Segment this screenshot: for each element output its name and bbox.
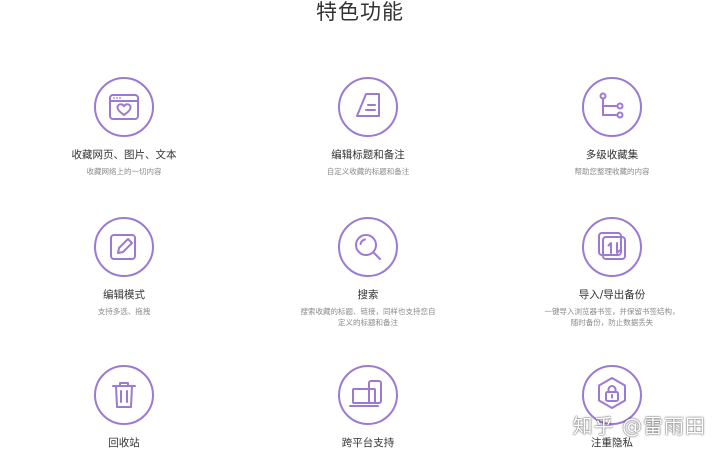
feature-edit-mode[interactable]: 编辑模式 支持多选、拖拽 xyxy=(24,216,224,317)
feature-title: 回收站 xyxy=(108,437,140,449)
feature-desc: 搜索收藏的标题、链接，同样也支持您自 定义的标题和备注 xyxy=(300,307,436,327)
feature-desc: 收藏网络上的一切内容 xyxy=(86,167,162,176)
trash-icon xyxy=(94,365,154,425)
feature-import-export[interactable]: 导入/导出备份 一键导入浏览器书签，并保留书签结构， 随时备份，防止数据丢失 xyxy=(512,216,712,328)
search-icon xyxy=(338,217,398,277)
feature-desc: 自定义收藏的标题和备注 xyxy=(326,167,410,176)
feature-title: 编辑模式 xyxy=(103,289,145,301)
feature-cross-platform[interactable]: 跨平台支持 xyxy=(268,364,468,450)
feature-desc: 一键导入浏览器书签，并保留书签结构， 随时备份，防止数据丢失 xyxy=(544,307,680,327)
feature-title: 编辑标题和备注 xyxy=(331,149,405,161)
watermark: 知乎 @雷雨田 xyxy=(572,414,706,438)
feature-recycle-bin[interactable]: 回收站 xyxy=(24,364,224,450)
pencil-icon xyxy=(94,217,154,277)
edit-note-icon xyxy=(338,77,398,137)
feature-collect[interactable]: 收藏网页、图片、文本 收藏网络上的一切内容 xyxy=(24,76,224,177)
feature-title: 收藏网页、图片、文本 xyxy=(71,149,177,161)
feature-title: 跨平台支持 xyxy=(341,437,395,449)
browser-heart-icon xyxy=(94,77,154,137)
devices-icon xyxy=(338,365,398,425)
feature-desc: 支持多选、拖拽 xyxy=(97,307,151,316)
feature-edit-title[interactable]: 编辑标题和备注 自定义收藏的标题和备注 xyxy=(268,76,468,177)
feature-search[interactable]: 搜索 搜索收藏的标题、链接，同样也支持您自 定义的标题和备注 xyxy=(268,216,468,328)
feature-title: 导入/导出备份 xyxy=(578,289,646,301)
page-title: 特色功能 xyxy=(316,0,404,24)
feature-multilevel[interactable]: 多级收藏集 帮助您整理收藏的内容 xyxy=(512,76,712,177)
feature-title: 多级收藏集 xyxy=(585,149,639,161)
import-export-icon xyxy=(582,217,642,277)
feature-desc: 帮助您整理收藏的内容 xyxy=(574,167,650,176)
tree-icon xyxy=(582,77,642,137)
feature-title: 搜索 xyxy=(357,289,379,301)
